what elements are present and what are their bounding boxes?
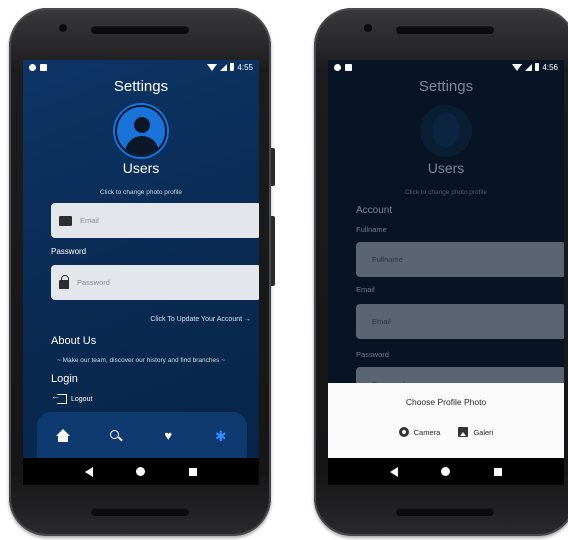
- stage: 4:55 Settings Users Click to change phot…: [0, 0, 568, 540]
- system-nav-bar: [23, 458, 259, 485]
- fullname-field[interactable]: Fullname: [356, 242, 564, 277]
- email-field[interactable]: Email: [51, 203, 259, 238]
- page-title: Settings: [113, 78, 169, 95]
- avatar-shoulders: [125, 136, 159, 155]
- status-bar: 4:56: [328, 60, 564, 74]
- recents-icon[interactable]: [494, 467, 503, 476]
- settings-screen: 4:55 Settings Users Click to change phot…: [23, 60, 259, 485]
- power-button: [271, 148, 275, 186]
- change-photo-hint[interactable]: Click to change photo profile: [328, 189, 564, 196]
- avatar-face: [432, 113, 460, 147]
- page-title: Settings: [418, 78, 474, 95]
- system-nav-bar: [328, 458, 564, 485]
- bottom-nav: ♥ ✱: [37, 412, 247, 460]
- camera-dot: [364, 24, 372, 32]
- camera-dot: [59, 24, 67, 32]
- edit-screen: 4:56 Settings Users Click to change phot…: [328, 60, 564, 485]
- username: Users: [427, 160, 465, 176]
- logout-icon: [51, 391, 67, 404]
- bottom-speaker: [396, 508, 494, 516]
- about-title[interactable]: About Us: [51, 335, 96, 347]
- home-circle-icon[interactable]: [136, 467, 146, 476]
- avatar[interactable]: [420, 105, 472, 157]
- mail-icon: [59, 215, 72, 226]
- lock-icon: [59, 274, 69, 289]
- password-field[interactable]: Password: [51, 265, 259, 300]
- battery-icon: [535, 63, 540, 71]
- update-account-link[interactable]: Click To Update Your Account →: [150, 316, 251, 323]
- phone-settings: 4:55 Settings Users Click to change phot…: [9, 8, 275, 536]
- sd-card-icon: [345, 63, 352, 71]
- fullname-label: Fullname: [356, 225, 387, 234]
- phone-photo-picker: 4:56 Settings Users Click to change phot…: [314, 8, 568, 536]
- avatar-head: [134, 117, 150, 133]
- sheet-title: Choose Profile Photo: [405, 397, 487, 407]
- camera-label: Camera: [413, 427, 441, 437]
- login-title: Login: [51, 373, 78, 385]
- camera-icon: [398, 427, 409, 437]
- notification-icon: [334, 63, 341, 71]
- status-bar: 4:55: [23, 60, 259, 74]
- search-icon[interactable]: [109, 429, 123, 443]
- home-icon[interactable]: [56, 429, 71, 443]
- gear-icon[interactable]: ✱: [214, 429, 228, 443]
- recents-icon[interactable]: [189, 467, 198, 476]
- username: Users: [122, 160, 160, 176]
- bottom-speaker: [91, 508, 189, 516]
- status-time: 4:55: [237, 62, 253, 72]
- signal-icon: [525, 63, 533, 71]
- top-speaker: [396, 26, 494, 34]
- email-placeholder: Email: [80, 216, 99, 225]
- home-circle-icon[interactable]: [441, 467, 451, 476]
- back-icon[interactable]: [84, 466, 93, 477]
- heart-icon[interactable]: ♥: [161, 429, 175, 443]
- account-title: Account: [356, 205, 393, 216]
- camera-option[interactable]: Camera: [398, 427, 441, 437]
- email-label: Email: [356, 285, 375, 294]
- sheet-options: Camera Galeri: [328, 427, 564, 437]
- password-label: Password: [356, 350, 389, 359]
- password-placeholder: Password: [77, 278, 110, 287]
- wifi-icon: [512, 63, 523, 71]
- signal-icon: [220, 63, 228, 71]
- top-speaker: [91, 26, 189, 34]
- logout-button[interactable]: Logout: [51, 391, 93, 404]
- gallery-option[interactable]: Galeri: [458, 427, 493, 437]
- battery-icon: [230, 63, 235, 71]
- change-photo-hint[interactable]: Click to change photo profile: [23, 189, 259, 196]
- volume-button: [271, 216, 275, 286]
- email-field[interactable]: Email: [356, 304, 564, 339]
- image-icon: [458, 427, 469, 437]
- notification-icon: [29, 63, 36, 71]
- password-label: Password: [51, 247, 87, 256]
- about-subtitle: ~ Make our team, discover our history an…: [56, 357, 225, 364]
- avatar[interactable]: [115, 105, 167, 157]
- logout-label: Logout: [71, 395, 93, 403]
- status-time: 4:56: [542, 62, 558, 72]
- sd-card-icon: [40, 63, 47, 71]
- back-icon[interactable]: [389, 466, 398, 477]
- fullname-placeholder: Fullname: [372, 255, 403, 264]
- choose-photo-sheet: Choose Profile Photo Camera Galeri: [328, 383, 564, 459]
- email-placeholder: Email: [372, 317, 391, 326]
- gallery-label: Galeri: [473, 427, 494, 437]
- wifi-icon: [207, 63, 218, 71]
